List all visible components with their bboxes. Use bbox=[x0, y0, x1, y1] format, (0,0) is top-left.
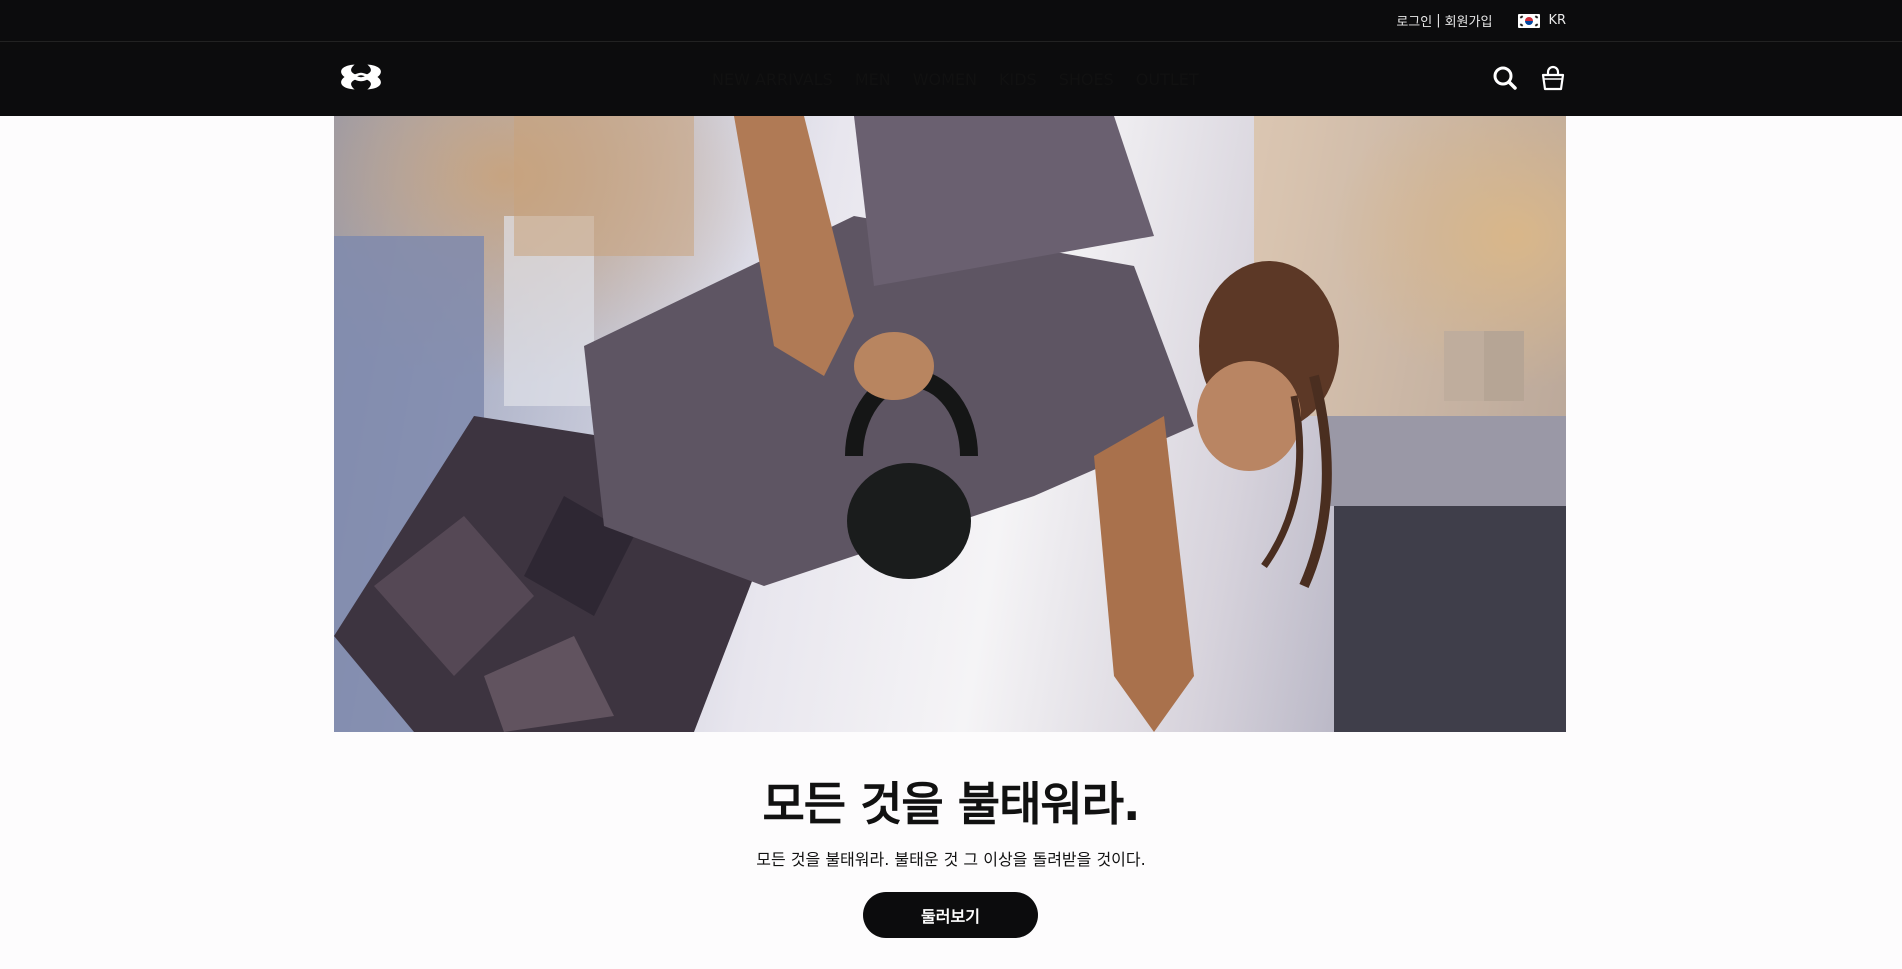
korea-flag-icon bbox=[1518, 13, 1541, 28]
nav-kids[interactable]: KIDS bbox=[999, 70, 1037, 89]
region-selector[interactable]: KR bbox=[1518, 13, 1566, 28]
login-link[interactable]: 로그인 bbox=[1396, 11, 1432, 30]
under-armour-logo[interactable] bbox=[333, 62, 389, 94]
hero-subtext: 모든 것을 불태워라. 불태운 것 그 이상을 돌려받을 것이다. bbox=[756, 850, 1146, 869]
nav-women[interactable]: WOMEN bbox=[913, 70, 977, 89]
nav-men[interactable]: MEN bbox=[855, 70, 891, 89]
utility-bar: 로그인 | 회원가입 KR bbox=[0, 0, 1902, 42]
shopping-bag-icon[interactable] bbox=[1540, 64, 1566, 92]
explore-button[interactable]: 둘러보기 bbox=[863, 892, 1038, 938]
signup-link[interactable]: 회원가입 bbox=[1445, 11, 1493, 30]
hero-image[interactable] bbox=[334, 116, 1566, 732]
hero-photo-illustration bbox=[334, 116, 1566, 732]
auth-links: 로그인 | 회원가입 bbox=[1396, 11, 1492, 30]
nav-outlet[interactable]: OUTLET bbox=[1136, 70, 1199, 89]
nav-shoes[interactable]: SHOES bbox=[1059, 70, 1114, 89]
search-icon[interactable] bbox=[1492, 64, 1518, 92]
header-icons bbox=[1492, 64, 1566, 92]
nav-new-arrivals[interactable]: NEW ARRIVALS bbox=[712, 70, 833, 89]
site-header: 로그인 | 회원가입 KR NEW ARRIVALS MEN WOMEN KID… bbox=[0, 0, 1902, 116]
utility-links: 로그인 | 회원가입 KR bbox=[1396, 0, 1566, 41]
region-label: KR bbox=[1548, 13, 1566, 28]
main-navbar: NEW ARRIVALS MEN WOMEN KIDS SHOES OUTLET bbox=[0, 42, 1902, 116]
auth-separator: | bbox=[1436, 13, 1441, 28]
primary-nav: NEW ARRIVALS MEN WOMEN KIDS SHOES OUTLET bbox=[712, 42, 1199, 116]
hero-headline: 모든 것을 불태워라. bbox=[762, 777, 1140, 831]
